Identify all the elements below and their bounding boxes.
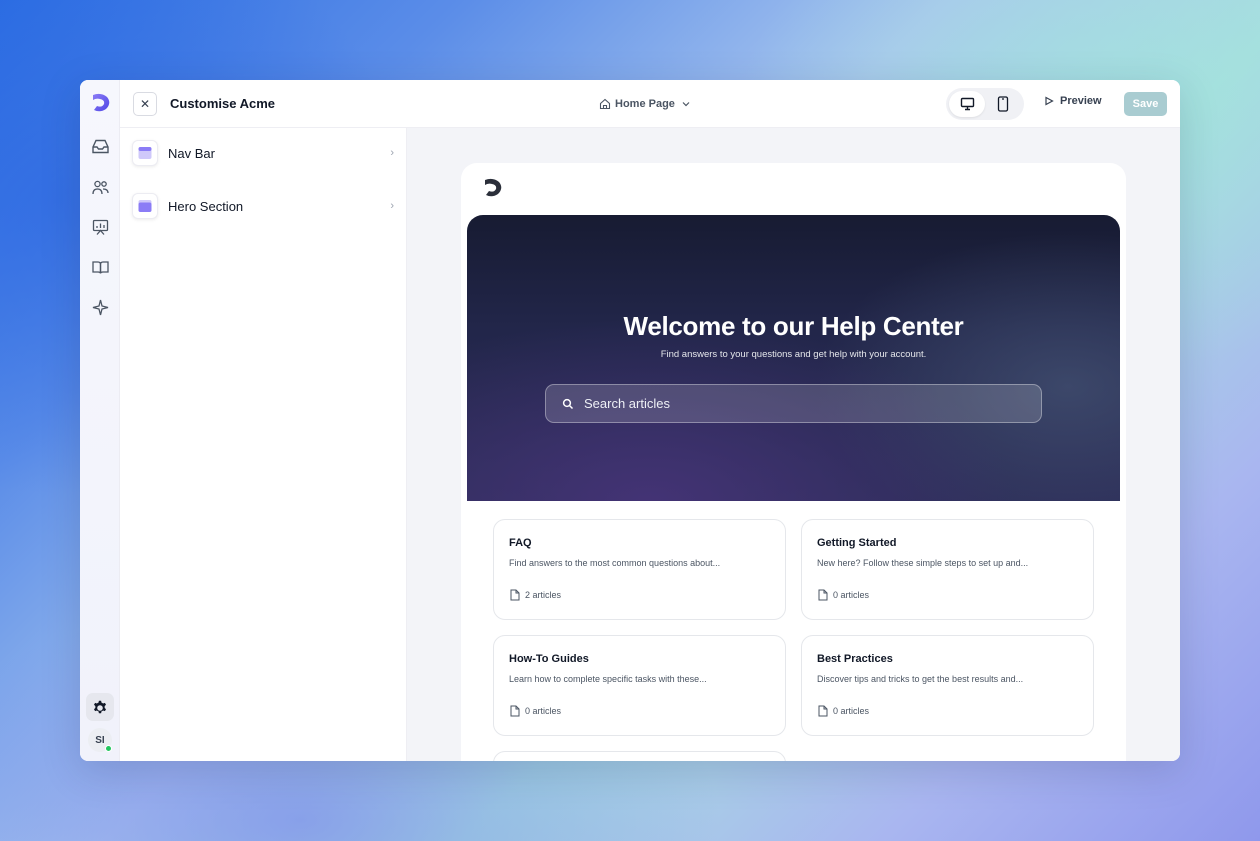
collection-card[interactable]: How-To Guides Learn how to complete spec…	[493, 635, 786, 736]
home-icon	[599, 98, 611, 110]
gear-icon	[94, 700, 106, 714]
mobile-view-button[interactable]	[985, 91, 1021, 117]
knowledge-base-icon[interactable]	[90, 257, 110, 277]
customise-window: SI ✕ Customise Acme Home Page Preview Sa…	[80, 80, 1180, 761]
collection-title: How-To Guides	[509, 653, 589, 665]
preview-button[interactable]: Preview	[1044, 95, 1102, 107]
document-icon	[818, 705, 828, 717]
save-button[interactable]: Save	[1124, 92, 1167, 116]
preview-canvas: Welcome to our Help Center Find answers …	[407, 128, 1180, 761]
close-button[interactable]: ✕	[133, 92, 157, 116]
hero-section-icon	[132, 193, 158, 219]
article-count-label: 0 articles	[833, 706, 870, 716]
desktop-icon	[960, 97, 974, 111]
article-count-label: 2 articles	[525, 590, 562, 600]
app-logo-icon[interactable]	[91, 92, 111, 114]
article-count: 2 articles	[510, 589, 561, 601]
icon-rail: SI	[80, 80, 120, 761]
hero-title: Welcome to our Help Center	[623, 311, 964, 341]
ai-sparkle-icon[interactable]	[90, 297, 110, 317]
page-title: Customise Acme	[170, 96, 275, 111]
collection-card[interactable]: Getting Started New here? Follow these s…	[801, 519, 1094, 620]
collection-title: Best Practices	[817, 653, 893, 665]
section-label: Hero Section	[168, 198, 244, 214]
collection-card[interactable]: Best Practices Discover tips and tricks …	[801, 635, 1094, 736]
page-selector-label: Home Page	[615, 98, 675, 110]
chevron-down-icon	[682, 102, 690, 107]
sections-panel: Nav Bar › Hero Section ›	[120, 128, 407, 761]
hero-banner[interactable]: Welcome to our Help Center Find answers …	[467, 215, 1120, 501]
users-icon[interactable]	[90, 177, 110, 197]
inbox-icon[interactable]	[90, 136, 110, 156]
collection-title: FAQ	[509, 537, 532, 549]
desktop-view-button[interactable]	[949, 91, 985, 117]
collection-card[interactable]: FAQ Find answers to the most common ques…	[493, 519, 786, 620]
section-label: Nav Bar	[168, 145, 215, 161]
mobile-icon	[997, 96, 1009, 112]
hero-subtitle: Find answers to your questions and get h…	[660, 349, 927, 360]
top-bar: ✕ Customise Acme Home Page Preview Save	[120, 80, 1180, 128]
navbar-section-icon	[132, 140, 158, 166]
reports-icon[interactable]	[90, 217, 110, 237]
play-icon	[1045, 96, 1054, 106]
collection-description: Discover tips and tricks to get the best…	[817, 674, 1024, 684]
section-item-nav-bar[interactable]: Nav Bar ›	[132, 140, 394, 166]
article-count-label: 0 articles	[525, 706, 562, 716]
search-icon	[562, 398, 574, 409]
online-status-indicator	[105, 745, 112, 752]
device-toggle	[946, 88, 1024, 120]
collection-description: Learn how to complete specific tasks wit…	[509, 674, 707, 684]
document-icon	[818, 589, 828, 601]
document-icon	[510, 705, 520, 717]
search-placeholder: Search articles	[584, 396, 670, 411]
article-count-label: 0 articles	[833, 590, 870, 600]
settings-button[interactable]	[86, 693, 114, 721]
collection-description: New here? Follow these simple steps to s…	[817, 558, 1029, 568]
chevron-right-icon: ›	[390, 147, 394, 159]
section-item-hero-section[interactable]: Hero Section ›	[132, 193, 394, 219]
site-logo-icon	[483, 177, 503, 199]
collection-title: Getting Started	[817, 537, 897, 549]
chevron-right-icon: ›	[390, 200, 394, 212]
close-icon: ✕	[139, 97, 151, 111]
document-icon	[510, 589, 520, 601]
collection-description: Find answers to the most common question…	[509, 558, 721, 568]
page-selector[interactable]: Home Page	[599, 96, 693, 112]
preview-label: Preview	[1060, 95, 1102, 107]
collection-card-partial[interactable]	[493, 751, 786, 761]
search-input[interactable]: Search articles	[545, 384, 1042, 423]
help-center-preview: Welcome to our Help Center Find answers …	[461, 163, 1126, 761]
article-count: 0 articles	[818, 705, 869, 717]
article-count: 0 articles	[818, 589, 869, 601]
article-count: 0 articles	[510, 705, 561, 717]
